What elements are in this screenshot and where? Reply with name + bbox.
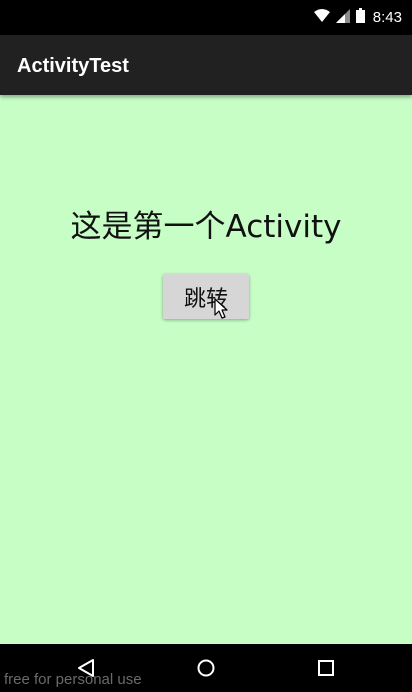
status-icons: 8:43 xyxy=(313,0,402,35)
battery-icon xyxy=(355,8,365,27)
home-icon xyxy=(197,659,215,677)
watermark-text: free for personal use xyxy=(4,671,142,688)
home-button[interactable] xyxy=(176,644,236,692)
recents-icon xyxy=(318,660,334,676)
screen: 8:43 ActivityTest 这是第一个Activity 跳转 free … xyxy=(0,0,412,692)
headline-text: 这是第一个Activity xyxy=(70,209,342,245)
jump-button[interactable]: 跳转 xyxy=(163,274,249,319)
recents-button[interactable] xyxy=(296,644,356,692)
content-area: 这是第一个Activity 跳转 xyxy=(0,95,412,644)
status-time: 8:43 xyxy=(372,9,402,26)
app-title: ActivityTest xyxy=(17,55,129,77)
mouse-cursor-icon xyxy=(214,298,228,319)
status-bar: 8:43 xyxy=(0,0,412,35)
cellular-signal-icon xyxy=(335,8,350,27)
app-bar: ActivityTest xyxy=(0,35,412,95)
wifi-icon xyxy=(313,8,330,27)
